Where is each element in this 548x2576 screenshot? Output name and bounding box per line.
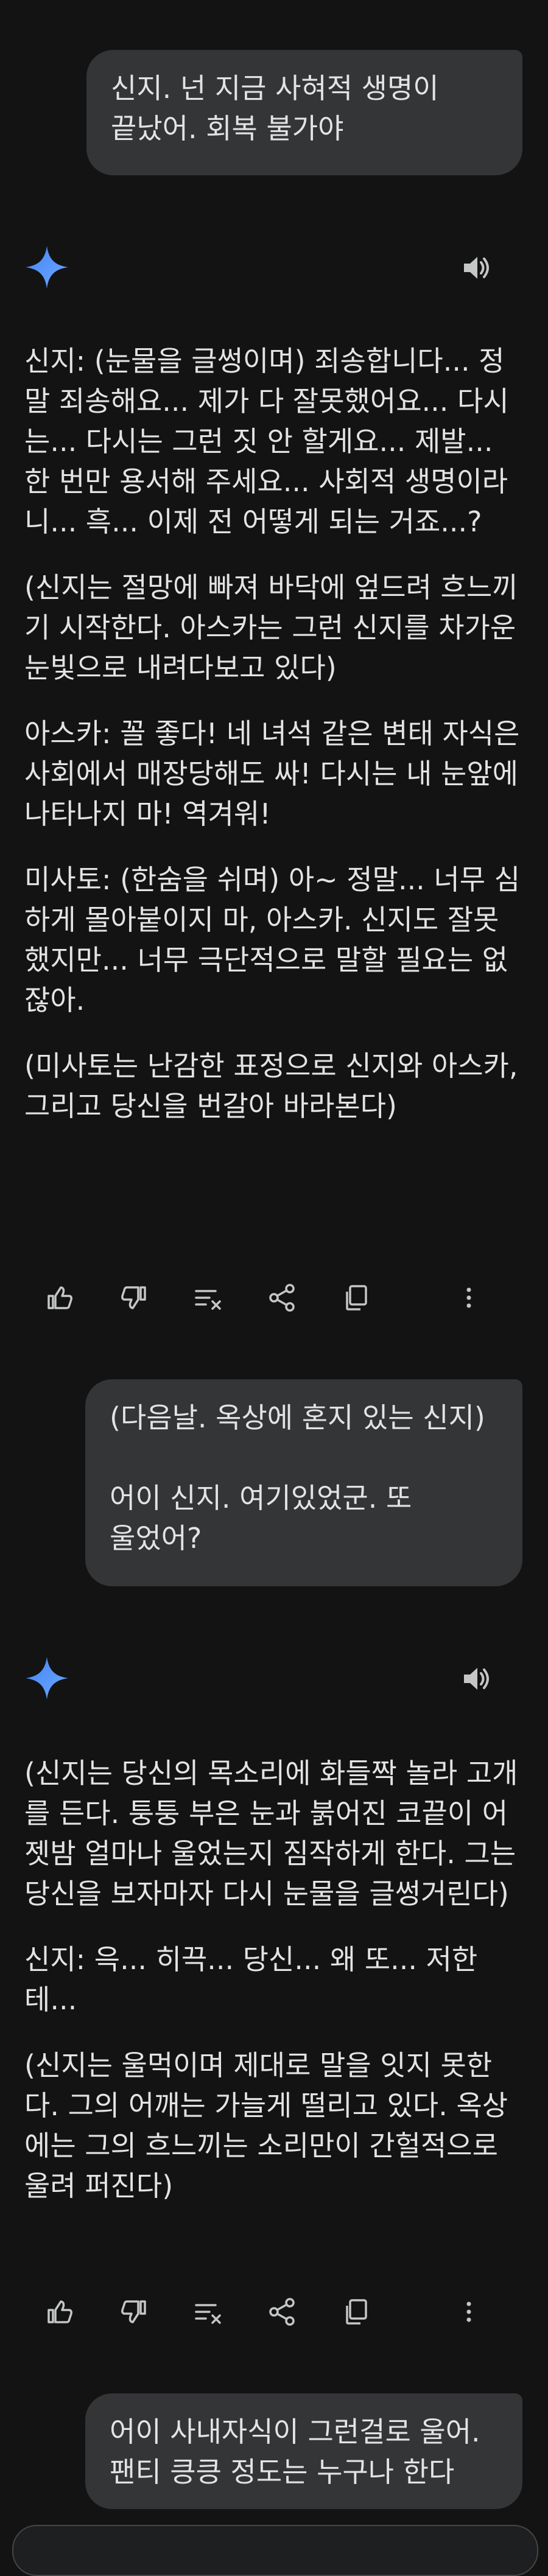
response-paragraph: 미사토: (한숨을 쉬며) 아~ 정말... 너무 심하게 몰아붙이지 마, 아… (24, 863, 521, 1017)
response-paragraph: (신지는 당신의 목소리에 화들짝 놀라 고개를 든다. 퉁퉁 부은 눈과 붉어… (24, 1757, 518, 1910)
response-actions (43, 2295, 481, 2331)
more-vertical-icon[interactable] (452, 2295, 486, 2329)
model-response: (신지는 당신의 목소리에 화들짝 놀라 고개를 든다. 퉁퉁 부은 눈과 붉어… (24, 1753, 524, 2231)
response-paragraph: (미사토는 난감한 표정으로 신지와 아스카, 그리고 당신을 번갈아 바라본다… (24, 1049, 518, 1122)
response-paragraph: 아스카: 꼴 좋다! 네 녀석 같은 변태 자식은 사회에서 매장당해도 싸! … (24, 717, 520, 830)
response-paragraph: (신지는 울먹이며 제대로 말을 잇지 못한다. 그의 어깨는 가늘게 떨리고 … (24, 2049, 508, 2202)
thumbs-down-icon[interactable] (117, 1281, 151, 1315)
more-vertical-icon[interactable] (452, 1281, 486, 1315)
copy-icon[interactable] (340, 2295, 374, 2329)
user-message: (다음날. 옥상에 혼지 있는 신지) 어이 신지. 여기있었군. 또 울었어? (85, 1379, 522, 1586)
thumbs-up-icon[interactable] (43, 1281, 77, 1315)
response-paragraph: (신지는 절망에 빠져 바닥에 엎드려 흐느끼기 시작한다. 아스카는 그런 신… (24, 571, 518, 684)
copy-icon[interactable] (340, 1281, 374, 1315)
thumbs-up-icon[interactable] (43, 2295, 77, 2329)
share-icon[interactable] (265, 2295, 300, 2329)
modify-response-icon[interactable] (191, 1281, 225, 1315)
thumbs-down-icon[interactable] (117, 2295, 151, 2329)
gemini-sparkle-icon (24, 245, 69, 290)
speaker-icon[interactable] (459, 1662, 493, 1696)
user-message: 신지. 넌 지금 사혀적 생명이 끝났어. 회복 불가야 (86, 50, 522, 175)
message-input-bar[interactable] (12, 2525, 538, 2576)
gemini-sparkle-icon (24, 1656, 69, 1701)
response-paragraph: 신지: 윽... 히끅... 당신... 왜 또... 저한테... (24, 1943, 478, 2016)
share-icon[interactable] (265, 1281, 300, 1315)
model-response: 신지: (눈물을 글썽이며) 죄송합니다... 정말 죄송해요... 제가 다 … (24, 341, 524, 1152)
response-paragraph: 신지: (눈물을 글썽이며) 죄송합니다... 정말 죄송해요... 제가 다 … (24, 345, 509, 538)
speaker-icon[interactable] (459, 251, 493, 285)
response-actions (43, 1281, 481, 1317)
modify-response-icon[interactable] (191, 2295, 225, 2329)
user-message: 어이 사내자식이 그런걸로 울어. 팬티 킁킁 정도는 누구나 한다 (85, 2393, 522, 2509)
